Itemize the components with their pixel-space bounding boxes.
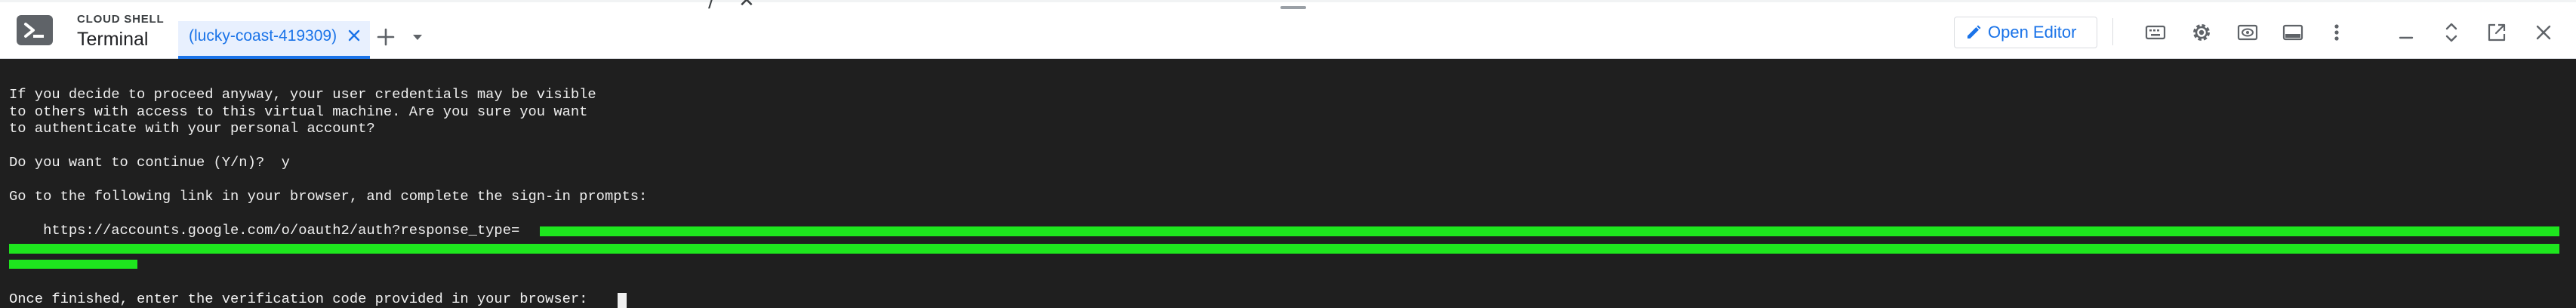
partial-glyph-right: ✕: [738, 0, 755, 12]
expand-icon[interactable]: [2439, 20, 2464, 45]
redacted-url-segment: [540, 226, 2559, 236]
product-label: CLOUD SHELL: [77, 13, 165, 26]
terminal-line: If you decide to proceed anyway, your us…: [9, 86, 596, 103]
terminal-tab-label: (lucky-coast-419309): [189, 27, 337, 45]
layout-icon[interactable]: [2280, 20, 2306, 45]
panel-title: Terminal: [77, 29, 149, 50]
redacted-url-segment: [9, 260, 137, 269]
terminal-cursor: [618, 293, 627, 308]
close-tab-icon[interactable]: [346, 27, 362, 44]
redacted-url-segment: [9, 244, 2559, 254]
toolbar-divider: [2112, 18, 2113, 45]
terminal-line: to authenticate with your personal accou…: [9, 120, 375, 137]
verification-prompt: Once finished, enter the verification co…: [9, 291, 596, 307]
tab-menu-chevron-icon[interactable]: [405, 24, 430, 50]
oauth-url-line: https://accounts.google.com/o/oauth2/aut…: [9, 222, 520, 239]
terminal-line: Do you want to continue (Y/n)? y: [9, 154, 290, 171]
pencil-icon: [1967, 25, 1981, 38]
resize-drag-handle[interactable]: [1280, 6, 1306, 9]
minimize-icon[interactable]: [2393, 20, 2419, 45]
console-edge: [0, 0, 2576, 2]
terminal-tab[interactable]: (lucky-coast-419309): [178, 21, 371, 59]
keyboard-icon[interactable]: [2143, 20, 2168, 45]
close-icon[interactable]: [2531, 20, 2556, 45]
open-editor-label: Open Editor: [1988, 23, 2077, 42]
open-new-window-icon[interactable]: [2484, 20, 2510, 45]
web-preview-icon[interactable]: [2235, 20, 2260, 45]
cloud-shell-header: / ✕ CLOUD SHELL Terminal (lucky-coast-41…: [0, 0, 2576, 59]
partial-glyph-left: /: [708, 0, 715, 12]
terminal-output[interactable]: If you decide to proceed anyway, your us…: [0, 59, 2576, 308]
cloud-shell-icon: [17, 15, 53, 45]
settings-gear-icon[interactable]: [2189, 20, 2214, 45]
terminal-line: to others with access to this virtual ma…: [9, 103, 588, 120]
open-editor-button[interactable]: Open Editor: [1954, 17, 2097, 48]
terminal-line: Go to the following link in your browser…: [9, 188, 648, 205]
add-tab-icon[interactable]: [373, 24, 399, 50]
more-vert-icon[interactable]: [2324, 20, 2350, 45]
cloud-shell-panel: / ✕ CLOUD SHELL Terminal (lucky-coast-41…: [0, 0, 2576, 308]
